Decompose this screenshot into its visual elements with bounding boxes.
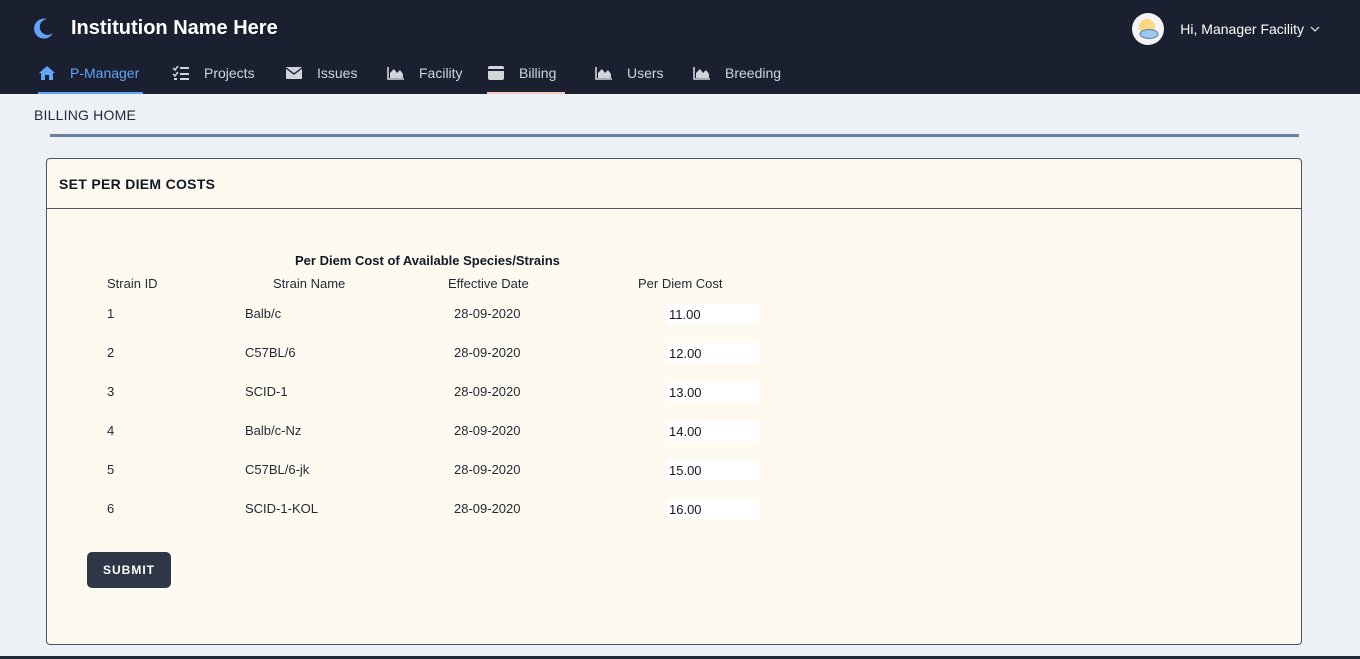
user-greeting[interactable]: Hi, Manager Facility: [1180, 21, 1304, 37]
table-row: 6 SCID-1-KOL 28-09-2020: [47, 499, 847, 519]
area-chart-icon: [387, 67, 404, 80]
area-chart-icon: [595, 67, 612, 80]
submit-button[interactable]: SUBMIT: [87, 552, 171, 588]
nav-label: Facility: [419, 65, 463, 81]
area-chart-icon: [693, 67, 710, 80]
effective-date: 28-09-2020: [454, 384, 521, 399]
nav-label: Projects: [204, 65, 255, 81]
per-diem-card: SET PER DIEM COSTS Per Diem Cost of Avai…: [46, 158, 1302, 645]
nav-item-p-manager[interactable]: P-Manager: [38, 52, 143, 94]
strain-id: 3: [107, 384, 115, 399]
strain-name: Balb/c-Nz: [245, 423, 302, 438]
chevron-down-icon[interactable]: [1310, 24, 1320, 34]
nav-item-users[interactable]: Users: [595, 52, 670, 94]
strain-name: SCID-1: [245, 384, 288, 399]
column-header-strain-name: Strain Name: [273, 276, 346, 291]
moon-icon: [34, 18, 53, 39]
strain-id: 2: [107, 345, 115, 360]
strain-name: C57BL/6-jk: [245, 462, 310, 477]
per-diem-cost-input[interactable]: [667, 499, 759, 519]
nav-label: Breeding: [725, 65, 782, 81]
user-menu[interactable]: Hi, Manager Facility: [1132, 12, 1320, 46]
strain-id: 6: [107, 501, 115, 516]
table-row: 5 C57BL/6-jk 28-09-2020: [47, 460, 847, 480]
card-title: SET PER DIEM COSTS: [47, 159, 1301, 209]
divider: [50, 134, 1299, 137]
per-diem-cost-input[interactable]: [667, 421, 759, 441]
nav-item-breeding[interactable]: Breeding: [693, 52, 788, 94]
effective-date: 28-09-2020: [454, 306, 521, 321]
avatar[interactable]: [1132, 13, 1165, 45]
nav-label: Issues: [317, 65, 358, 81]
nav-label: Billing: [519, 65, 557, 81]
envelope-icon: [285, 67, 303, 79]
table-caption: Per Diem Cost of Available Species/Strai…: [295, 253, 560, 268]
nav-label: Users: [627, 65, 664, 81]
nav-label: P-Manager: [70, 65, 140, 81]
home-icon: [39, 66, 55, 80]
per-diem-cost-input[interactable]: [667, 382, 759, 402]
page-title: BILLING HOME: [34, 107, 136, 123]
effective-date: 28-09-2020: [454, 462, 521, 477]
per-diem-cost-input[interactable]: [667, 343, 759, 363]
column-header-strain-id: Strain ID: [107, 276, 158, 291]
checklist-icon: [172, 65, 189, 80]
effective-date: 28-09-2020: [454, 345, 521, 360]
strain-id: 5: [107, 462, 115, 477]
table-row: 4 Balb/c-Nz 28-09-2020: [47, 421, 847, 441]
column-header-per-diem-cost: Per Diem Cost: [638, 276, 723, 291]
effective-date: 28-09-2020: [454, 423, 521, 438]
wallet-icon: [488, 66, 504, 80]
strain-name: C57BL/6: [245, 345, 296, 360]
strain-id: 4: [107, 423, 115, 438]
column-header-effective-date: Effective Date: [448, 276, 529, 291]
nav-item-projects[interactable]: Projects: [172, 52, 262, 94]
per-diem-cost-input[interactable]: [667, 304, 759, 324]
strain-id: 1: [107, 306, 115, 321]
institution-name[interactable]: Institution Name Here: [71, 17, 278, 40]
weather-avatar-icon: [1139, 19, 1159, 39]
strain-name: SCID-1-KOL: [245, 501, 318, 516]
per-diem-cost-input[interactable]: [667, 460, 759, 480]
nav-item-facility[interactable]: Facility: [387, 52, 467, 94]
strain-name: Balb/c: [245, 306, 282, 321]
nav-item-issues[interactable]: Issues: [285, 52, 365, 94]
table-row: 2 C57BL/6 28-09-2020: [47, 343, 847, 363]
nav-item-billing[interactable]: Billing: [487, 52, 565, 94]
table-row: 1 Balb/c 28-09-2020: [47, 304, 847, 324]
table-row: 3 SCID-1 28-09-2020: [47, 382, 847, 402]
top-header: Institution Name Here Hi, Manager Facili…: [0, 0, 1360, 94]
effective-date: 28-09-2020: [454, 501, 521, 516]
